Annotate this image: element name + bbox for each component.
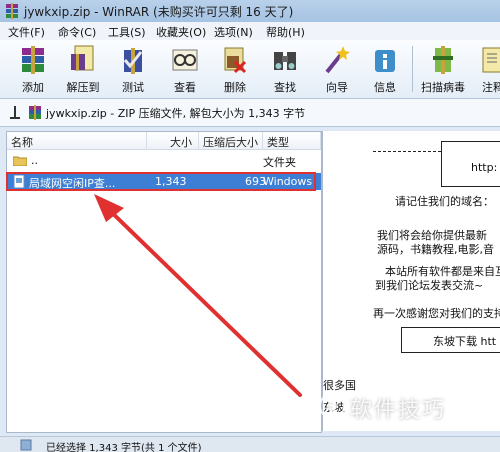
view-label: 查看 <box>174 81 196 94</box>
window-title: jywkxip.zip - WinRAR (未购买许可只剩 16 天了) <box>24 5 294 19</box>
wizard-button[interactable]: 向导 <box>316 44 358 94</box>
comment-icon <box>482 47 500 73</box>
find-label: 查找 <box>274 81 296 94</box>
highlight-outline <box>6 172 316 191</box>
extract-to-label: 解压到 <box>66 81 100 94</box>
column-header-name[interactable]: 名称 <box>7 132 147 150</box>
virus-scan-button[interactable]: 扫描病毒 <box>421 44 465 94</box>
comment-pane: http: 请记住我们的域名： 我们将会给你提供最新 源码，书籍教程,电影,音 … <box>322 131 500 431</box>
test-button[interactable]: 测试 <box>112 44 154 94</box>
view-icon <box>172 49 198 71</box>
menu-help[interactable]: 帮助(H) <box>266 24 305 40</box>
address-bar: jywkxip.zip - ZIP 压缩文件, 解包大小为 1,343 字节 <box>0 99 500 127</box>
virus-scan-label: 扫描病毒 <box>421 81 465 94</box>
extract-to-button[interactable]: 解压到 <box>62 44 104 94</box>
winrar-app-icon <box>6 3 18 19</box>
comment-button[interactable]: 注释 <box>472 44 500 94</box>
comment-line: 再一次感谢您对我们的支持 <box>373 307 500 320</box>
file-name: .. <box>31 154 38 167</box>
comment-label: 注释 <box>482 81 500 94</box>
delete-label: 删除 <box>224 81 246 94</box>
column-header-type[interactable]: 类型 <box>263 132 321 150</box>
menu-options[interactable]: 选项(N) <box>214 24 253 40</box>
info-label: 信息 <box>374 81 396 94</box>
table-row-parent[interactable]: .. 文件夹 <box>7 152 321 169</box>
add-button[interactable]: 添加 <box>12 44 54 94</box>
menu-favorites[interactable]: 收藏夹(O) <box>156 24 206 40</box>
address-path: jywkxip.zip - ZIP 压缩文件, 解包大小为 1,343 字节 <box>46 107 306 120</box>
comment-line: 请记住我们的域名： <box>395 195 494 208</box>
add-archive-icon <box>22 46 44 74</box>
virus-scan-icon <box>433 46 453 74</box>
comment-line: 到我们论坛发表交流~ <box>375 279 484 292</box>
menu-tools[interactable]: 工具(S) <box>108 24 146 40</box>
menu-bar: 文件(F) 命令(C) 工具(S) 收藏夹(O) 选项(N) 帮助(H) <box>0 22 500 41</box>
status-bar: 已经选择 1,343 字节(共 1 个文件) <box>0 436 500 452</box>
comment-header-text: http: <box>471 161 498 174</box>
winrar-window: jywkxip.zip - WinRAR (未购买许可只剩 16 天了) 文件(… <box>0 0 500 452</box>
delete-icon <box>224 47 247 74</box>
add-label: 添加 <box>22 81 44 94</box>
menu-file[interactable]: 文件(F) <box>8 24 45 40</box>
column-header-size[interactable]: 大小 <box>147 132 199 150</box>
column-header-packed[interactable]: 压缩后大小 <box>199 132 263 150</box>
wizard-icon <box>325 46 350 74</box>
toolbar: 添加 解压到 测试 查看 删除 查找 向导 信息 扫描病毒 注释 <box>0 40 500 99</box>
test-icon <box>123 48 143 74</box>
folder-icon <box>13 156 27 166</box>
find-icon <box>274 52 296 70</box>
view-button[interactable]: 查看 <box>164 44 206 94</box>
watermark-text: 软件技巧 <box>350 398 447 423</box>
comment-line: 源码，书籍教程,电影,音 <box>377 243 494 256</box>
delete-button[interactable]: 删除 <box>214 44 256 94</box>
menu-commands[interactable]: 命令(C) <box>58 24 96 40</box>
title-bar: jywkxip.zip - WinRAR (未购买许可只剩 16 天了) <box>0 0 500 23</box>
comment-rule <box>373 151 441 152</box>
file-type: 文件夹 <box>263 156 296 169</box>
status-icon <box>20 439 32 451</box>
extract-to-icon <box>71 45 94 71</box>
info-button[interactable]: 信息 <box>364 44 406 94</box>
wizard-label: 向导 <box>326 81 348 94</box>
status-text: 已经选择 1,343 字节(共 1 个文件) <box>46 443 202 452</box>
comment-footer-text: 东坡下载 htt <box>433 335 497 348</box>
toolbar-separator <box>412 46 413 92</box>
comment-line: 很多国 <box>323 379 356 392</box>
test-label: 测试 <box>122 81 144 94</box>
watermark-logo-icon <box>319 393 345 419</box>
info-icon <box>375 50 395 72</box>
find-button[interactable]: 查找 <box>264 44 306 94</box>
up-folder-icon[interactable] <box>8 104 22 120</box>
archive-icon <box>29 105 41 120</box>
